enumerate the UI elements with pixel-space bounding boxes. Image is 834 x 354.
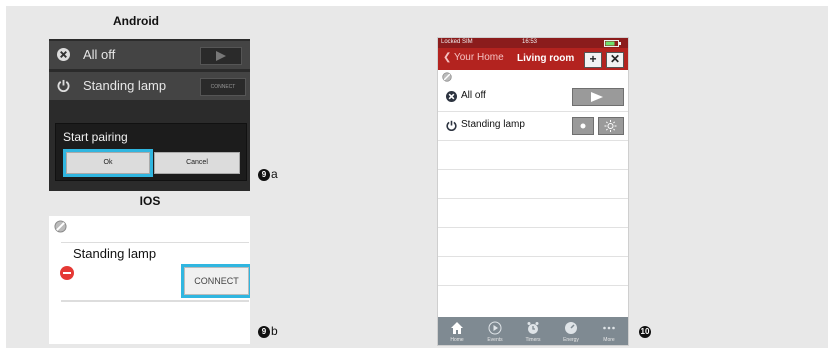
add-icon[interactable]: + — [584, 52, 602, 68]
play-circle-icon — [488, 321, 502, 335]
close-circle-icon — [57, 48, 70, 61]
page-title: Living room — [517, 53, 575, 64]
empty-row — [438, 257, 628, 286]
empty-row — [438, 286, 628, 314]
start-pairing-dialog: Start pairing Ok Cancel — [55, 123, 247, 181]
empty-row — [438, 170, 628, 199]
marker-10: 10 — [639, 325, 651, 338]
android-row-all-off[interactable]: All off — [49, 41, 250, 69]
alarm-clock-icon — [527, 322, 539, 334]
marker-9b: 9b — [258, 324, 278, 338]
tab-bar: Home Events Timers Energy More — [438, 317, 628, 345]
carrier-text: Locked SIM — [441, 39, 473, 45]
light-on-button[interactable] — [598, 117, 624, 135]
ios-screenshot: Standing lamp CONNECT — [49, 216, 250, 344]
cancel-button[interactable]: Cancel — [154, 152, 240, 174]
ok-button[interactable]: Ok — [63, 149, 153, 177]
battery-icon — [604, 40, 621, 47]
tab-timers[interactable]: Timers — [514, 317, 552, 345]
status-bar: Locked SIM 16:53 — [438, 38, 628, 48]
divider — [61, 300, 249, 301]
home-icon — [451, 322, 463, 334]
android-connect-button[interactable]: CONNECT — [200, 78, 246, 96]
play-button[interactable] — [200, 47, 242, 65]
tab-more[interactable]: More — [590, 317, 628, 345]
marker-9a: 9a — [258, 167, 278, 181]
android-row-standing-lamp[interactable]: Standing lamp CONNECT — [49, 72, 250, 100]
play-button[interactable] — [572, 88, 624, 106]
android-heading: Android — [113, 14, 159, 28]
play-icon — [591, 92, 603, 102]
dot-icon — [580, 123, 586, 129]
more-dots-icon — [603, 326, 615, 330]
empty-row — [438, 141, 628, 170]
time-text: 16:53 — [522, 39, 538, 45]
nav-bar: ❮ Your Home Living room + ✕ — [438, 48, 628, 70]
ios-connect-button[interactable]: CONNECT — [181, 264, 250, 298]
empty-row — [438, 228, 628, 257]
iphone-row-all-off[interactable]: All off — [438, 83, 628, 112]
tab-energy[interactable]: Energy — [552, 317, 590, 345]
tab-home[interactable]: Home — [438, 317, 476, 345]
iphone-row-standing-lamp[interactable]: Standing lamp — [438, 112, 628, 141]
edit-mode-icon[interactable] — [442, 72, 452, 82]
iphone-row-label: Standing lamp — [461, 119, 525, 130]
ios-item-label: Standing lamp — [73, 246, 157, 261]
gauge-icon — [565, 322, 577, 334]
iphone-screenshot: Locked SIM 16:53 ❮ Your Home Living room… — [437, 37, 629, 346]
close-circle-icon — [446, 91, 457, 102]
tab-events[interactable]: Events — [476, 317, 514, 345]
edit-mode-icon[interactable] — [54, 220, 67, 233]
sun-icon — [604, 120, 617, 132]
power-icon — [446, 120, 457, 131]
power-icon — [57, 79, 70, 92]
android-row-label: All off — [83, 47, 116, 62]
android-screenshot: All off Standing lamp CONNECT Start pair… — [49, 39, 250, 191]
ios-heading: IOS — [139, 194, 161, 208]
iphone-row-label: All off — [461, 90, 486, 101]
tools-icon[interactable]: ✕ — [606, 52, 624, 68]
dialog-title: Start pairing — [63, 130, 128, 144]
back-button[interactable]: ❮ Your Home — [443, 52, 504, 63]
light-off-button[interactable] — [572, 117, 594, 135]
empty-row — [438, 199, 628, 228]
android-row-label: Standing lamp — [83, 78, 167, 93]
figure-frame: Android All off Standing lamp CONNECT St… — [6, 6, 828, 348]
delete-icon[interactable] — [60, 266, 74, 280]
back-label: Your Home — [453, 52, 504, 63]
